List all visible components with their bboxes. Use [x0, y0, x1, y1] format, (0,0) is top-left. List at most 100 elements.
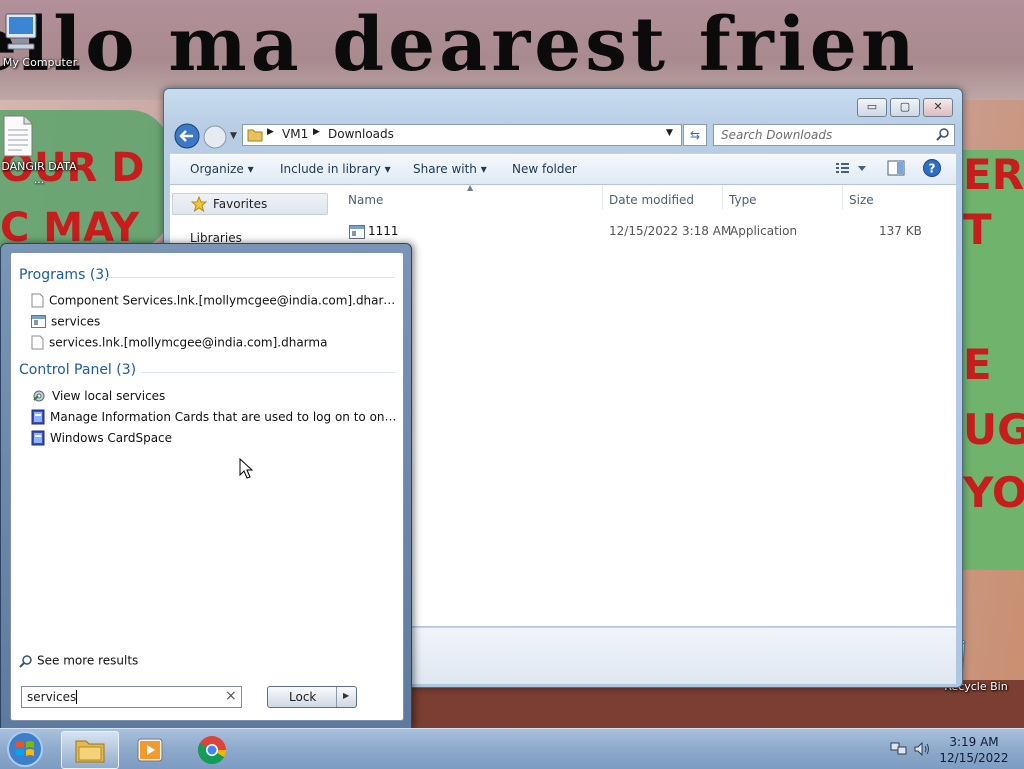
new-folder-button[interactable]: New folder	[512, 162, 577, 176]
desktop-icon-dangir-data[interactable]: DANGIR DATA ...	[0, 114, 78, 186]
taskbar: 3:19 AM 12/15/2022	[0, 728, 1024, 769]
wallpaper-red-text: UG	[963, 405, 1024, 454]
column-header-date-modified[interactable]: Date modified	[609, 193, 694, 207]
result-item[interactable]: Windows CardSpace	[31, 430, 399, 448]
column-header-size[interactable]: Size	[849, 193, 874, 207]
include-in-library-menu[interactable]: Include in library ▾	[280, 162, 391, 176]
maximize-button[interactable]: ▢	[890, 98, 920, 117]
clear-search-icon[interactable]: ×	[225, 688, 237, 704]
column-header-name[interactable]: Name	[348, 193, 383, 207]
clock-time: 3:19 AM	[949, 735, 999, 749]
desktop-icon-label: DANGIR DATA ...	[1, 160, 77, 186]
sort-indicator-icon: ▲	[467, 183, 474, 192]
search-placeholder: Search Downloads	[721, 128, 833, 142]
blank-file-icon	[31, 293, 44, 308]
divider	[336, 687, 337, 707]
result-item[interactable]: services	[31, 314, 399, 332]
help-icon[interactable]: ?	[922, 158, 942, 178]
result-item[interactable]: services.lnk.[mollymcgee@india.com].dhar…	[31, 335, 399, 353]
recent-pages-chevron-icon[interactable]: ▼	[230, 131, 237, 141]
taskbar-chrome-button[interactable]	[184, 731, 240, 767]
result-item[interactable]: Component Services.lnk.[mollymcgee@india…	[31, 293, 399, 311]
breadcrumb-separator-icon: ▶	[313, 127, 320, 137]
computer-icon	[0, 10, 80, 54]
breadcrumb-vm1[interactable]: VM1	[282, 127, 308, 141]
nav-favorites[interactable]: Favorites	[172, 193, 328, 215]
divider	[105, 277, 395, 278]
see-more-results-link[interactable]: See more results	[19, 653, 138, 668]
search-results-panel: Programs (3) Component Services.lnk.[mol…	[10, 252, 404, 721]
forward-arrow-icon	[203, 125, 227, 149]
back-button[interactable]	[173, 122, 201, 150]
breadcrumb-separator-icon: ▶	[267, 127, 274, 137]
file-list[interactable]: Name ▲ Date modified Type Size 1111 12/1…	[330, 183, 956, 626]
file-type: Application	[730, 224, 798, 238]
result-item[interactable]: Manage Information Cards that are used t…	[31, 409, 399, 427]
breadcrumb-downloads[interactable]: Downloads	[328, 127, 394, 141]
chrome-icon	[196, 734, 228, 766]
svg-text:?: ?	[929, 162, 936, 176]
clock-date: 12/15/2022	[939, 751, 1009, 765]
services-gear-icon	[31, 388, 47, 404]
mouse-cursor-icon	[239, 458, 253, 480]
search-icon	[19, 654, 33, 668]
taskbar-explorer-button[interactable]	[61, 731, 119, 769]
cardspace-icon	[31, 409, 45, 425]
search-icon	[936, 127, 950, 141]
start-button[interactable]	[3, 730, 47, 768]
media-player-icon	[136, 736, 164, 764]
desktop-icon-label: My Computer	[2, 56, 78, 69]
star-icon	[191, 196, 207, 212]
forward-button[interactable]	[202, 124, 228, 150]
divider	[141, 372, 395, 373]
column-separator	[602, 185, 603, 209]
application-icon	[31, 315, 46, 328]
start-menu[interactable]: Programs (3) Component Services.lnk.[mol…	[0, 243, 412, 729]
blank-file-icon	[31, 335, 44, 350]
nav-favorites-label: Favorites	[213, 197, 268, 211]
wallpaper-red-text: T	[963, 205, 992, 254]
group-title-programs: Programs (3)	[19, 267, 110, 283]
network-icon[interactable]	[890, 741, 908, 757]
power-options-arrow-icon[interactable]: ▶	[343, 691, 349, 700]
group-title-control-panel: Control Panel (3)	[19, 362, 137, 378]
file-size: 137 KB	[879, 224, 922, 238]
application-icon	[349, 225, 365, 239]
wallpaper-red-text: ER	[963, 150, 1024, 199]
start-search-value: services	[27, 690, 77, 704]
column-separator	[722, 185, 723, 209]
folder-icon	[74, 736, 106, 764]
address-dropdown-icon[interactable]: ▼	[666, 128, 673, 138]
desktop-icon-my-computer[interactable]: My Computer	[0, 10, 80, 69]
preview-pane-icon[interactable]	[887, 160, 905, 176]
back-arrow-icon	[174, 123, 200, 149]
wallpaper-red-text: YO	[963, 468, 1024, 517]
lock-label: Lock	[289, 690, 317, 704]
cardspace-icon	[31, 430, 45, 446]
column-header-type[interactable]: Type	[729, 193, 757, 207]
column-separator	[842, 185, 843, 209]
lock-button[interactable]: Lock ▶	[267, 686, 357, 708]
refresh-icon[interactable]: ⇆	[683, 124, 707, 146]
taskbar-media-player-button[interactable]	[122, 731, 178, 767]
minimize-button[interactable]: ▭	[857, 98, 887, 117]
folder-icon	[247, 127, 263, 142]
address-bar[interactable]: ▶ VM1 ▶ Downloads ▼	[242, 124, 682, 146]
wallpaper-headline: ello ma dearest frien	[0, 2, 919, 88]
text-document-icon	[0, 114, 78, 158]
share-with-menu[interactable]: Share with ▾	[413, 162, 487, 176]
command-bar: Organize ▾ Include in library ▾ Share wi…	[170, 153, 956, 185]
view-options-icon[interactable]	[834, 160, 870, 176]
windows-logo-icon	[7, 731, 43, 767]
result-item[interactable]: View local services	[31, 388, 399, 406]
wallpaper-red-text: E	[963, 340, 992, 389]
start-search-input[interactable]: services ×	[21, 686, 242, 708]
volume-icon[interactable]	[913, 741, 931, 757]
organize-menu[interactable]: Organize ▾	[190, 162, 254, 176]
file-date-modified: 12/15/2022 3:18 AM	[609, 224, 732, 238]
close-button[interactable]: ✕	[923, 98, 953, 117]
file-name: 1111	[368, 224, 399, 238]
search-downloads-input[interactable]: Search Downloads	[713, 124, 955, 146]
text-caret	[76, 690, 77, 704]
taskbar-clock[interactable]: 3:19 AM 12/15/2022	[938, 734, 1010, 766]
